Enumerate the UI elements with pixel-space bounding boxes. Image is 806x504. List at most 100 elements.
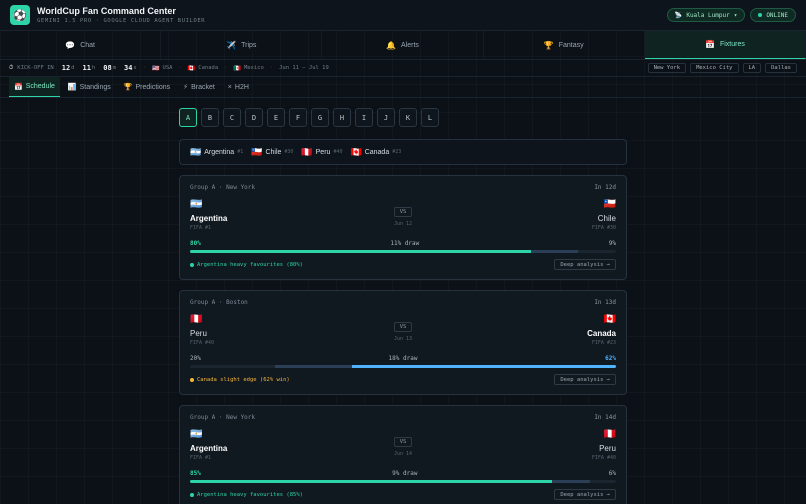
- kickoff-label: KICK-OFF IN: [17, 65, 54, 71]
- cross-icon: ×: [227, 83, 232, 91]
- match-header: Group A · New York: [190, 184, 256, 191]
- vs-badge: VS: [394, 322, 412, 332]
- away-team-name: Peru: [599, 444, 616, 453]
- subtab-bracket[interactable]: ⚡ Bracket: [178, 77, 220, 97]
- draw-pct: 18% draw: [388, 355, 418, 362]
- tab-fixtures[interactable]: 📅 Fixtures: [644, 31, 806, 59]
- kickoff-countdown-bar: ⏱ KICK-OFF IN 12 d 11 h 08 m 34 s · 🇺🇸 USA ·…: [0, 60, 806, 77]
- team-rank: #23: [392, 149, 402, 155]
- subtab-label: Standings: [79, 83, 111, 91]
- chevron-down-icon: ▾: [733, 11, 738, 19]
- host-canada: Canada: [198, 65, 219, 71]
- lightning-icon: ⚡: [183, 84, 189, 91]
- chile-flag-icon: 🇨🇱: [603, 199, 616, 210]
- match-card: Group A · New York In 14d 🇦🇷 Argentina F…: [179, 405, 627, 504]
- group-team: 🇨🇱 Chile #30: [251, 147, 293, 158]
- schedule-panel: A B C D E F G H I J K L 🇦🇷 Argentina #1 …: [179, 108, 627, 504]
- away-win-pct: 9%: [608, 240, 616, 247]
- away-win-segment: [577, 250, 616, 253]
- host-mexico: Mexico: [243, 65, 264, 71]
- group-button-j[interactable]: J: [377, 108, 395, 127]
- match-countdown: In 13d: [594, 299, 616, 306]
- group-team: 🇵🇪 Peru #40: [301, 147, 342, 158]
- stopwatch-icon: ⏱: [9, 64, 14, 71]
- group-button-k[interactable]: K: [399, 108, 417, 127]
- draw-segment: [530, 250, 578, 253]
- match-insight: Canada slight edge (62% win): [190, 377, 290, 383]
- peru-flag-icon: 🇵🇪: [190, 314, 203, 325]
- match-card: Group A · New York In 12d 🇦🇷 Argentina F…: [179, 175, 627, 280]
- app-subtitle: GEMINI 1.5 PRO · GOOGLE CLOUD AGENT BUIL…: [37, 17, 206, 24]
- group-button-a[interactable]: A: [179, 108, 197, 127]
- canada-flag-icon: 🇨🇦: [350, 146, 362, 157]
- countdown-days: 12: [61, 64, 71, 72]
- subtab-label: Bracket: [191, 83, 215, 91]
- tab-label: Chat: [80, 41, 95, 49]
- group-button-g[interactable]: G: [311, 108, 329, 127]
- team-rank: #1: [237, 149, 244, 155]
- group-button-i[interactable]: I: [355, 108, 373, 127]
- match-card: Group A · Boston In 13d 🇵🇪 Peru FIFA #40…: [179, 290, 627, 395]
- match-date: Jun 14: [393, 451, 413, 457]
- match-date: Jun 12: [393, 221, 413, 227]
- app-header: ⚽ WorldCup Fan Command Center GEMINI 1.5…: [0, 0, 806, 31]
- calendar-icon: 📅: [704, 40, 715, 49]
- group-button-b[interactable]: B: [201, 108, 219, 127]
- airplane-icon: ✈️: [226, 40, 237, 50]
- tab-trips[interactable]: ✈️ Trips: [161, 31, 323, 59]
- city-chip-dallas[interactable]: Dallas: [765, 63, 797, 73]
- match-insight: Argentina heavy favourites (85%): [190, 492, 303, 498]
- group-button-e[interactable]: E: [267, 108, 285, 127]
- subtab-predictions[interactable]: 🏆 Predictions: [119, 77, 175, 97]
- city-chip-new-york[interactable]: New York: [647, 63, 687, 73]
- away-team-name: Canada: [587, 329, 616, 338]
- status-label: ONLINE: [766, 11, 788, 19]
- deep-analysis-button[interactable]: Deep analysis →: [554, 374, 616, 385]
- team-name: Canada: [364, 148, 390, 156]
- group-button-l[interactable]: L: [421, 108, 439, 127]
- tab-chat[interactable]: 💬 Chat: [0, 31, 162, 59]
- countdown-seconds-unit: s: [133, 65, 137, 71]
- mexico-flag-icon: 🇲🇽: [233, 64, 241, 72]
- match-header: Group A · Boston: [190, 299, 248, 306]
- location-selector[interactable]: 📡 Kuala Lumpur ▾: [666, 8, 746, 22]
- vs-badge: VS: [394, 437, 412, 447]
- away-win-pct: 62%: [605, 355, 616, 362]
- deep-analysis-button[interactable]: Deep analysis →: [554, 489, 616, 500]
- probability-bar: [190, 480, 616, 483]
- probability-bar: [190, 365, 616, 368]
- group-teams-bar: 🇦🇷 Argentina #1 🇨🇱 Chile #30 🇵🇪 Peru #40…: [179, 139, 627, 165]
- draw-segment: [552, 480, 591, 483]
- tab-label: Alerts: [401, 41, 419, 49]
- group-button-h[interactable]: H: [333, 108, 351, 127]
- draw-pct: 9% draw: [392, 470, 418, 477]
- countdown-minutes: 08: [103, 64, 112, 72]
- group-team: 🇦🇷 Argentina #1: [190, 147, 243, 158]
- tab-alerts[interactable]: 🔔 Alerts: [322, 31, 484, 59]
- insight-text: Argentina heavy favourites (80%): [197, 261, 303, 268]
- home-team-name: Argentina: [190, 444, 228, 453]
- away-win-segment: [351, 365, 616, 368]
- deep-analysis-button[interactable]: Deep analysis →: [554, 259, 616, 270]
- city-chip-mexico-city[interactable]: Mexico City: [690, 63, 739, 73]
- city-chip-la[interactable]: LA: [742, 63, 762, 73]
- subtab-standings[interactable]: 📊 Standings: [63, 77, 116, 97]
- host-usa: USA: [162, 65, 173, 71]
- group-button-f[interactable]: F: [289, 108, 307, 127]
- group-button-d[interactable]: D: [245, 108, 263, 127]
- app-title: WorldCup Fan Command Center: [37, 5, 176, 16]
- home-win-segment: [190, 365, 276, 368]
- usa-flag-icon: 🇺🇸: [152, 64, 160, 72]
- tab-fantasy[interactable]: 🏆 Fantasy: [484, 31, 645, 59]
- countdown-hours: 11: [82, 64, 91, 72]
- team-name: Peru: [315, 148, 331, 156]
- away-win-segment: [590, 480, 616, 483]
- subtab-schedule[interactable]: 📅 Schedule: [9, 77, 60, 97]
- insight-dot-icon: [190, 492, 194, 497]
- subtab-h2h[interactable]: × H2H: [223, 77, 254, 97]
- subtab-label: H2H: [234, 83, 249, 91]
- away-team-rank: FIFA #30: [591, 225, 616, 231]
- draw-segment: [275, 365, 352, 368]
- group-button-c[interactable]: C: [223, 108, 241, 127]
- home-win-pct: 20%: [190, 355, 201, 362]
